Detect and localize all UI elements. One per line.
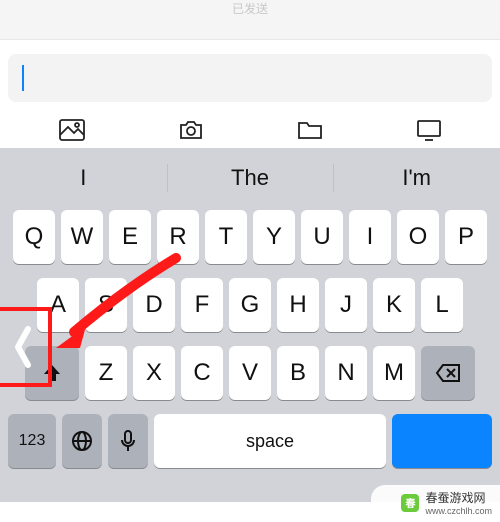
key-w[interactable]: W — [61, 210, 103, 264]
text-input-container — [0, 40, 500, 112]
key-m[interactable]: M — [373, 346, 415, 400]
key-y[interactable]: Y — [253, 210, 295, 264]
key-n[interactable]: N — [325, 346, 367, 400]
gallery-icon[interactable] — [59, 119, 85, 141]
key-e[interactable]: E — [109, 210, 151, 264]
globe-key[interactable] — [62, 414, 102, 468]
suggestion-2[interactable]: I'm — [333, 154, 500, 202]
key-f[interactable]: F — [181, 278, 223, 332]
backspace-key[interactable] — [421, 346, 475, 400]
suggestion-1[interactable]: The — [167, 154, 334, 202]
mic-key[interactable] — [108, 414, 148, 468]
ios-keyboard: I The I'm Q W E R T Y U I O P A S D F G … — [0, 148, 500, 502]
key-row-bottom: 123 space — [4, 414, 496, 468]
key-r[interactable]: R — [157, 210, 199, 264]
key-rows: Q W E R T Y U I O P A S D F G H J K L Z — [0, 202, 500, 468]
key-b[interactable]: B — [277, 346, 319, 400]
sent-status: 已发送 — [232, 0, 268, 17]
watermark-url: www.czchlh.com — [425, 506, 492, 516]
key-d[interactable]: D — [133, 278, 175, 332]
key-t[interactable]: T — [205, 210, 247, 264]
key-s[interactable]: S — [85, 278, 127, 332]
key-g[interactable]: G — [229, 278, 271, 332]
message-header: 已发送 — [0, 0, 500, 40]
folder-icon[interactable] — [297, 119, 323, 141]
suggestion-0[interactable]: I — [0, 154, 167, 202]
suggestion-bar: I The I'm — [0, 154, 500, 202]
message-input[interactable] — [8, 54, 492, 102]
attachment-toolbar — [0, 112, 500, 148]
key-x[interactable]: X — [133, 346, 175, 400]
text-cursor — [22, 65, 24, 91]
screen-icon[interactable] — [416, 119, 442, 141]
space-key[interactable]: space — [154, 414, 386, 468]
numbers-key[interactable]: 123 — [8, 414, 56, 468]
key-h[interactable]: H — [277, 278, 319, 332]
key-p[interactable]: P — [445, 210, 487, 264]
key-k[interactable]: K — [373, 278, 415, 332]
key-j[interactable]: J — [325, 278, 367, 332]
key-o[interactable]: O — [397, 210, 439, 264]
key-l[interactable]: L — [421, 278, 463, 332]
key-row-1: A S D F G H J K L — [4, 278, 496, 332]
watermark: 春 春蚕游戏网 www.czchlh.com — [371, 485, 500, 520]
key-z[interactable]: Z — [85, 346, 127, 400]
key-row-0: Q W E R T Y U I O P — [4, 210, 496, 264]
watermark-logo-icon: 春 — [401, 494, 419, 512]
key-i[interactable]: I — [349, 210, 391, 264]
key-q[interactable]: Q — [13, 210, 55, 264]
watermark-name: 春蚕游戏网 — [425, 491, 485, 505]
key-v[interactable]: V — [229, 346, 271, 400]
camera-icon[interactable] — [178, 119, 204, 141]
keyboard-left-chevron-icon[interactable] — [12, 323, 34, 371]
key-u[interactable]: U — [301, 210, 343, 264]
key-c[interactable]: C — [181, 346, 223, 400]
key-row-2: Z X C V B N M — [4, 346, 496, 400]
return-key[interactable] — [392, 414, 492, 468]
